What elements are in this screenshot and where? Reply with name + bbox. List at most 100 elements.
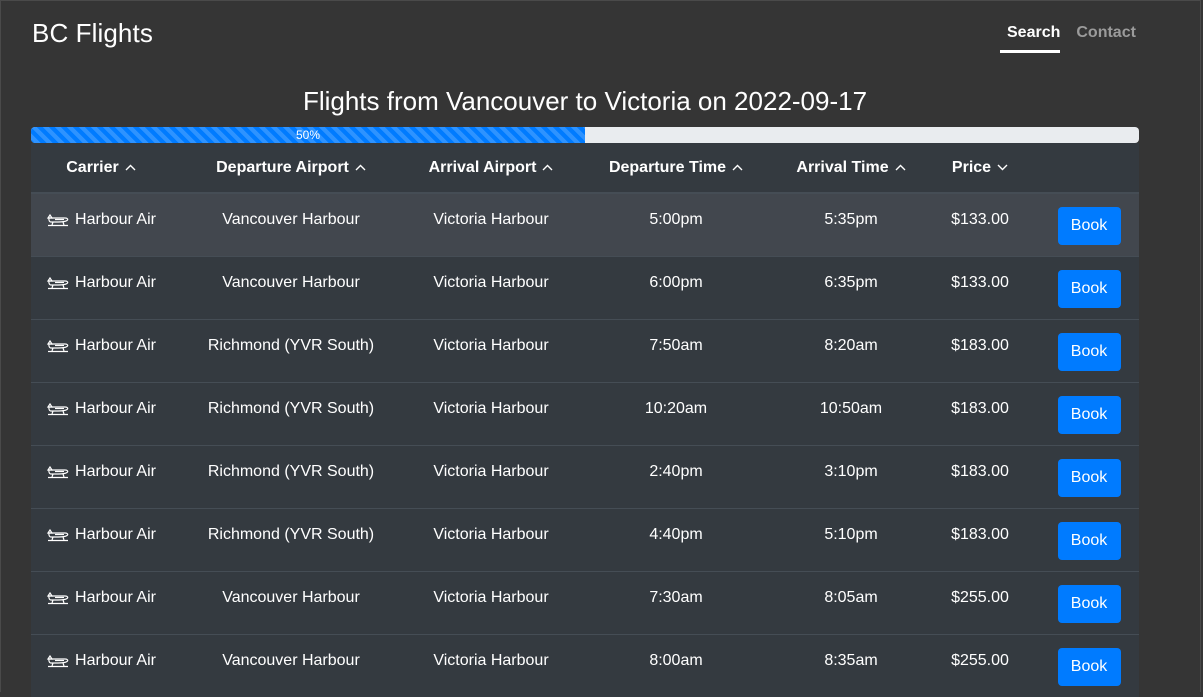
departure-time-cell: 8:00am xyxy=(571,633,781,697)
table-row[interactable]: Harbour Air Richmond (YVR South) Victoria … xyxy=(31,444,1139,508)
carrier-cell: Harbour Air xyxy=(31,444,171,508)
carrier-name: Harbour Air xyxy=(75,651,156,669)
chevron-up-icon[interactable] xyxy=(355,160,366,174)
arrival-airport-cell: Victoria Harbour xyxy=(411,633,571,697)
carrier-name: Harbour Air xyxy=(75,273,156,291)
action-cell: Book xyxy=(1039,633,1139,697)
carrier-cell: Harbour Air xyxy=(31,193,171,256)
arrival-time-cell: 5:35pm xyxy=(824,211,878,228)
carrier: Harbour Air xyxy=(46,526,156,544)
table-row[interactable]: Harbour Air Vancouver Harbour Victoria Har… xyxy=(31,633,1139,697)
seaplane-icon xyxy=(46,212,70,228)
departure-airport-cell: Vancouver Harbour xyxy=(171,570,411,634)
table-row[interactable]: Harbour Air Vancouver Harbour Victoria Har… xyxy=(31,570,1139,634)
carrier-name: Harbour Air xyxy=(75,399,156,417)
arrival-airport-cell: Victoria Harbour xyxy=(411,255,571,319)
column-header-departure-airport[interactable]: Departure Airport xyxy=(171,143,411,194)
table-row[interactable]: Harbour Air Vancouver Harbour Victoria Har… xyxy=(31,193,1139,256)
action-cell: Book xyxy=(1039,444,1139,508)
arrival-time-cell: 3:10pm xyxy=(781,444,921,508)
departure-time-cell: 10:20am xyxy=(571,381,781,445)
column-header-departure-time[interactable]: Departure Time xyxy=(571,143,781,194)
carrier-cell: Harbour Air xyxy=(31,318,171,382)
action-cell: Book xyxy=(1039,318,1139,382)
carrier-cell: Harbour Air xyxy=(31,255,171,319)
carrier: Harbour Air xyxy=(46,589,156,607)
book-button[interactable]: Book xyxy=(1057,395,1121,434)
brand-logo[interactable]: BC Flights xyxy=(32,18,153,49)
arrival-time-cell: 10:50am xyxy=(781,381,921,445)
price-cell: $255.00 xyxy=(921,570,1039,634)
seaplane-icon xyxy=(46,527,70,543)
departure-time-cell: 2:40pm xyxy=(571,444,781,508)
chevron-down-icon[interactable] xyxy=(997,160,1008,174)
carrier: Harbour Air xyxy=(46,337,156,355)
book-button[interactable]: Book xyxy=(1057,269,1121,308)
departure-airport-cell: Vancouver Harbour xyxy=(222,211,360,228)
column-header-label: Departure Airport xyxy=(216,158,349,176)
price-cell: $133.00 xyxy=(951,211,1009,228)
carrier: Harbour Air xyxy=(46,400,156,418)
nav-search[interactable]: Search xyxy=(1000,24,1061,53)
carrier: Harbour Air xyxy=(46,463,156,481)
top-nav: Search Contact xyxy=(1000,24,1136,53)
column-header-label: Carrier xyxy=(66,158,119,176)
table-row[interactable]: Harbour Air Richmond (YVR South) Victoria … xyxy=(31,507,1139,571)
seaplane-icon xyxy=(46,338,70,354)
price-cell: $183.00 xyxy=(921,507,1039,571)
arrival-airport-cell: Victoria Harbour xyxy=(411,570,571,634)
carrier-name: Harbour Air xyxy=(75,525,156,543)
column-header-arrival-airport[interactable]: Arrival Airport xyxy=(411,143,571,194)
price-cell: $255.00 xyxy=(921,633,1039,697)
chevron-up-icon[interactable] xyxy=(895,160,906,174)
departure-time-cell: 5:00pm xyxy=(649,211,703,228)
chevron-up-icon[interactable] xyxy=(542,160,553,174)
chevron-up-icon[interactable] xyxy=(732,160,743,174)
book-button[interactable]: Book xyxy=(1057,458,1121,497)
carrier-name: Harbour Air xyxy=(75,211,156,228)
carrier-name: Harbour Air xyxy=(75,588,156,606)
table-row[interactable]: Harbour Air Richmond (YVR South) Victoria … xyxy=(31,318,1139,382)
departure-airport-cell: Richmond (YVR South) xyxy=(171,381,411,445)
carrier: Harbour Air xyxy=(46,211,156,229)
action-cell: Book xyxy=(1039,255,1139,319)
chevron-up-icon[interactable] xyxy=(125,160,136,174)
column-header-label: Arrival Time xyxy=(796,158,889,176)
carrier-name: Harbour Air xyxy=(75,462,156,480)
book-button[interactable]: Book xyxy=(1057,207,1121,245)
table-row[interactable]: Harbour Air Richmond (YVR South) Victoria … xyxy=(31,381,1139,445)
arrival-time-cell: 8:20am xyxy=(781,318,921,382)
arrival-airport-cell: Victoria Harbour xyxy=(411,318,571,382)
table-header-row: Carrier Departure Airport Arrival Airport D… xyxy=(31,143,1139,194)
book-button[interactable]: Book xyxy=(1057,584,1121,623)
carrier: Harbour Air xyxy=(46,652,156,670)
progress-bar: 50% xyxy=(31,127,1139,143)
carrier-cell: Harbour Air xyxy=(31,570,171,634)
book-button[interactable]: Book xyxy=(1057,647,1121,686)
price-cell: $183.00 xyxy=(921,318,1039,382)
departure-airport-cell: Richmond (YVR South) xyxy=(171,444,411,508)
column-header-label: Departure Time xyxy=(608,158,727,176)
column-header-price[interactable]: Price xyxy=(921,143,1039,194)
column-header-carrier[interactable]: Carrier xyxy=(31,143,171,194)
flights-table: Carrier Departure Airport Arrival Airport D… xyxy=(31,143,1139,697)
carrier: Harbour Air xyxy=(46,274,156,292)
action-cell: Book xyxy=(1039,570,1139,634)
arrival-time-cell: 6:35pm xyxy=(781,255,921,319)
arrival-airport-cell: Victoria Harbour xyxy=(411,381,571,445)
carrier-cell: Harbour Air xyxy=(31,507,171,571)
departure-airport-cell: Vancouver Harbour xyxy=(171,633,411,697)
carrier-cell: Harbour Air xyxy=(31,633,171,697)
arrival-time-cell: 8:05am xyxy=(781,570,921,634)
arrival-time-cell: 8:35am xyxy=(781,633,921,697)
flights-table-container: Carrier Departure Airport Arrival Airport D… xyxy=(31,143,1139,697)
action-cell: Book xyxy=(1039,193,1139,256)
carrier-cell: Harbour Air xyxy=(31,381,171,445)
book-button[interactable]: Book xyxy=(1057,332,1121,371)
table-row[interactable]: Harbour Air Vancouver Harbour Victoria Har… xyxy=(31,255,1139,319)
nav-contact[interactable]: Contact xyxy=(1076,24,1136,53)
book-button[interactable]: Book xyxy=(1057,521,1121,560)
price-cell: $183.00 xyxy=(921,444,1039,508)
column-header-arrival-time[interactable]: Arrival Time xyxy=(781,143,921,194)
price-cell: $133.00 xyxy=(921,255,1039,319)
